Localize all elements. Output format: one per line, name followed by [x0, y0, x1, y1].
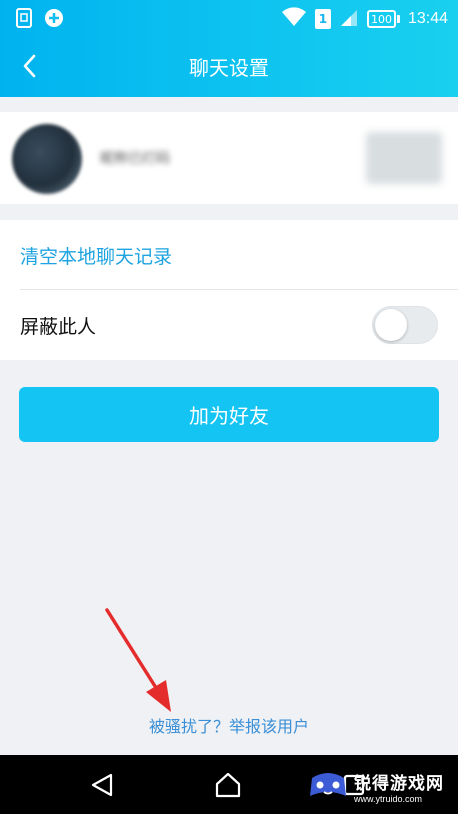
- page-title: 聊天设置: [189, 56, 269, 80]
- block-user-row: 屏蔽此人: [0, 290, 458, 360]
- report-user-link[interactable]: 被骚扰了？举报该用户: [0, 713, 458, 737]
- status-bar: 1 100 13:44: [0, 0, 458, 38]
- profile-card[interactable]: 昵称已打码: [0, 112, 458, 204]
- add-circle-icon: [44, 8, 64, 28]
- clear-history-row[interactable]: 清空本地聊天记录: [0, 220, 458, 290]
- block-user-toggle[interactable]: [372, 306, 438, 344]
- status-time: 13:44: [407, 10, 448, 27]
- battery-level: 100: [366, 10, 396, 28]
- sim-card-icon: [14, 8, 34, 28]
- site-watermark: 锐得游戏网 www.ytruido.com: [306, 760, 456, 812]
- settings-list: 清空本地聊天记录 屏蔽此人: [0, 220, 458, 360]
- avatar[interactable]: [12, 124, 82, 194]
- add-friend-button[interactable]: 加为好友: [19, 387, 439, 442]
- nav-home-button[interactable]: [210, 767, 246, 803]
- home-icon: [215, 772, 241, 798]
- sim-slot-badge: 1: [314, 9, 331, 29]
- clear-history-label: 清空本地聊天记录: [20, 246, 173, 268]
- nav-back-button[interactable]: [84, 767, 120, 803]
- watermark-title: 锐得游戏网: [354, 773, 444, 794]
- watermark-url: www.ytruido.com: [354, 793, 423, 804]
- battery-icon: 100: [366, 10, 400, 28]
- wifi-icon: [281, 7, 307, 31]
- profile-thumbnail: [366, 132, 442, 184]
- title-bar: 聊天设置: [0, 40, 458, 94]
- block-user-label: 屏蔽此人: [20, 316, 97, 338]
- toggle-knob: [375, 309, 407, 341]
- signal-icon: [339, 7, 359, 31]
- header: 1 100 13:44 聊天设置: [0, 0, 458, 97]
- gamepad-logo-icon: [310, 773, 346, 796]
- profile-name: 昵称已打码: [100, 151, 170, 167]
- triangle-back-icon: [91, 773, 113, 797]
